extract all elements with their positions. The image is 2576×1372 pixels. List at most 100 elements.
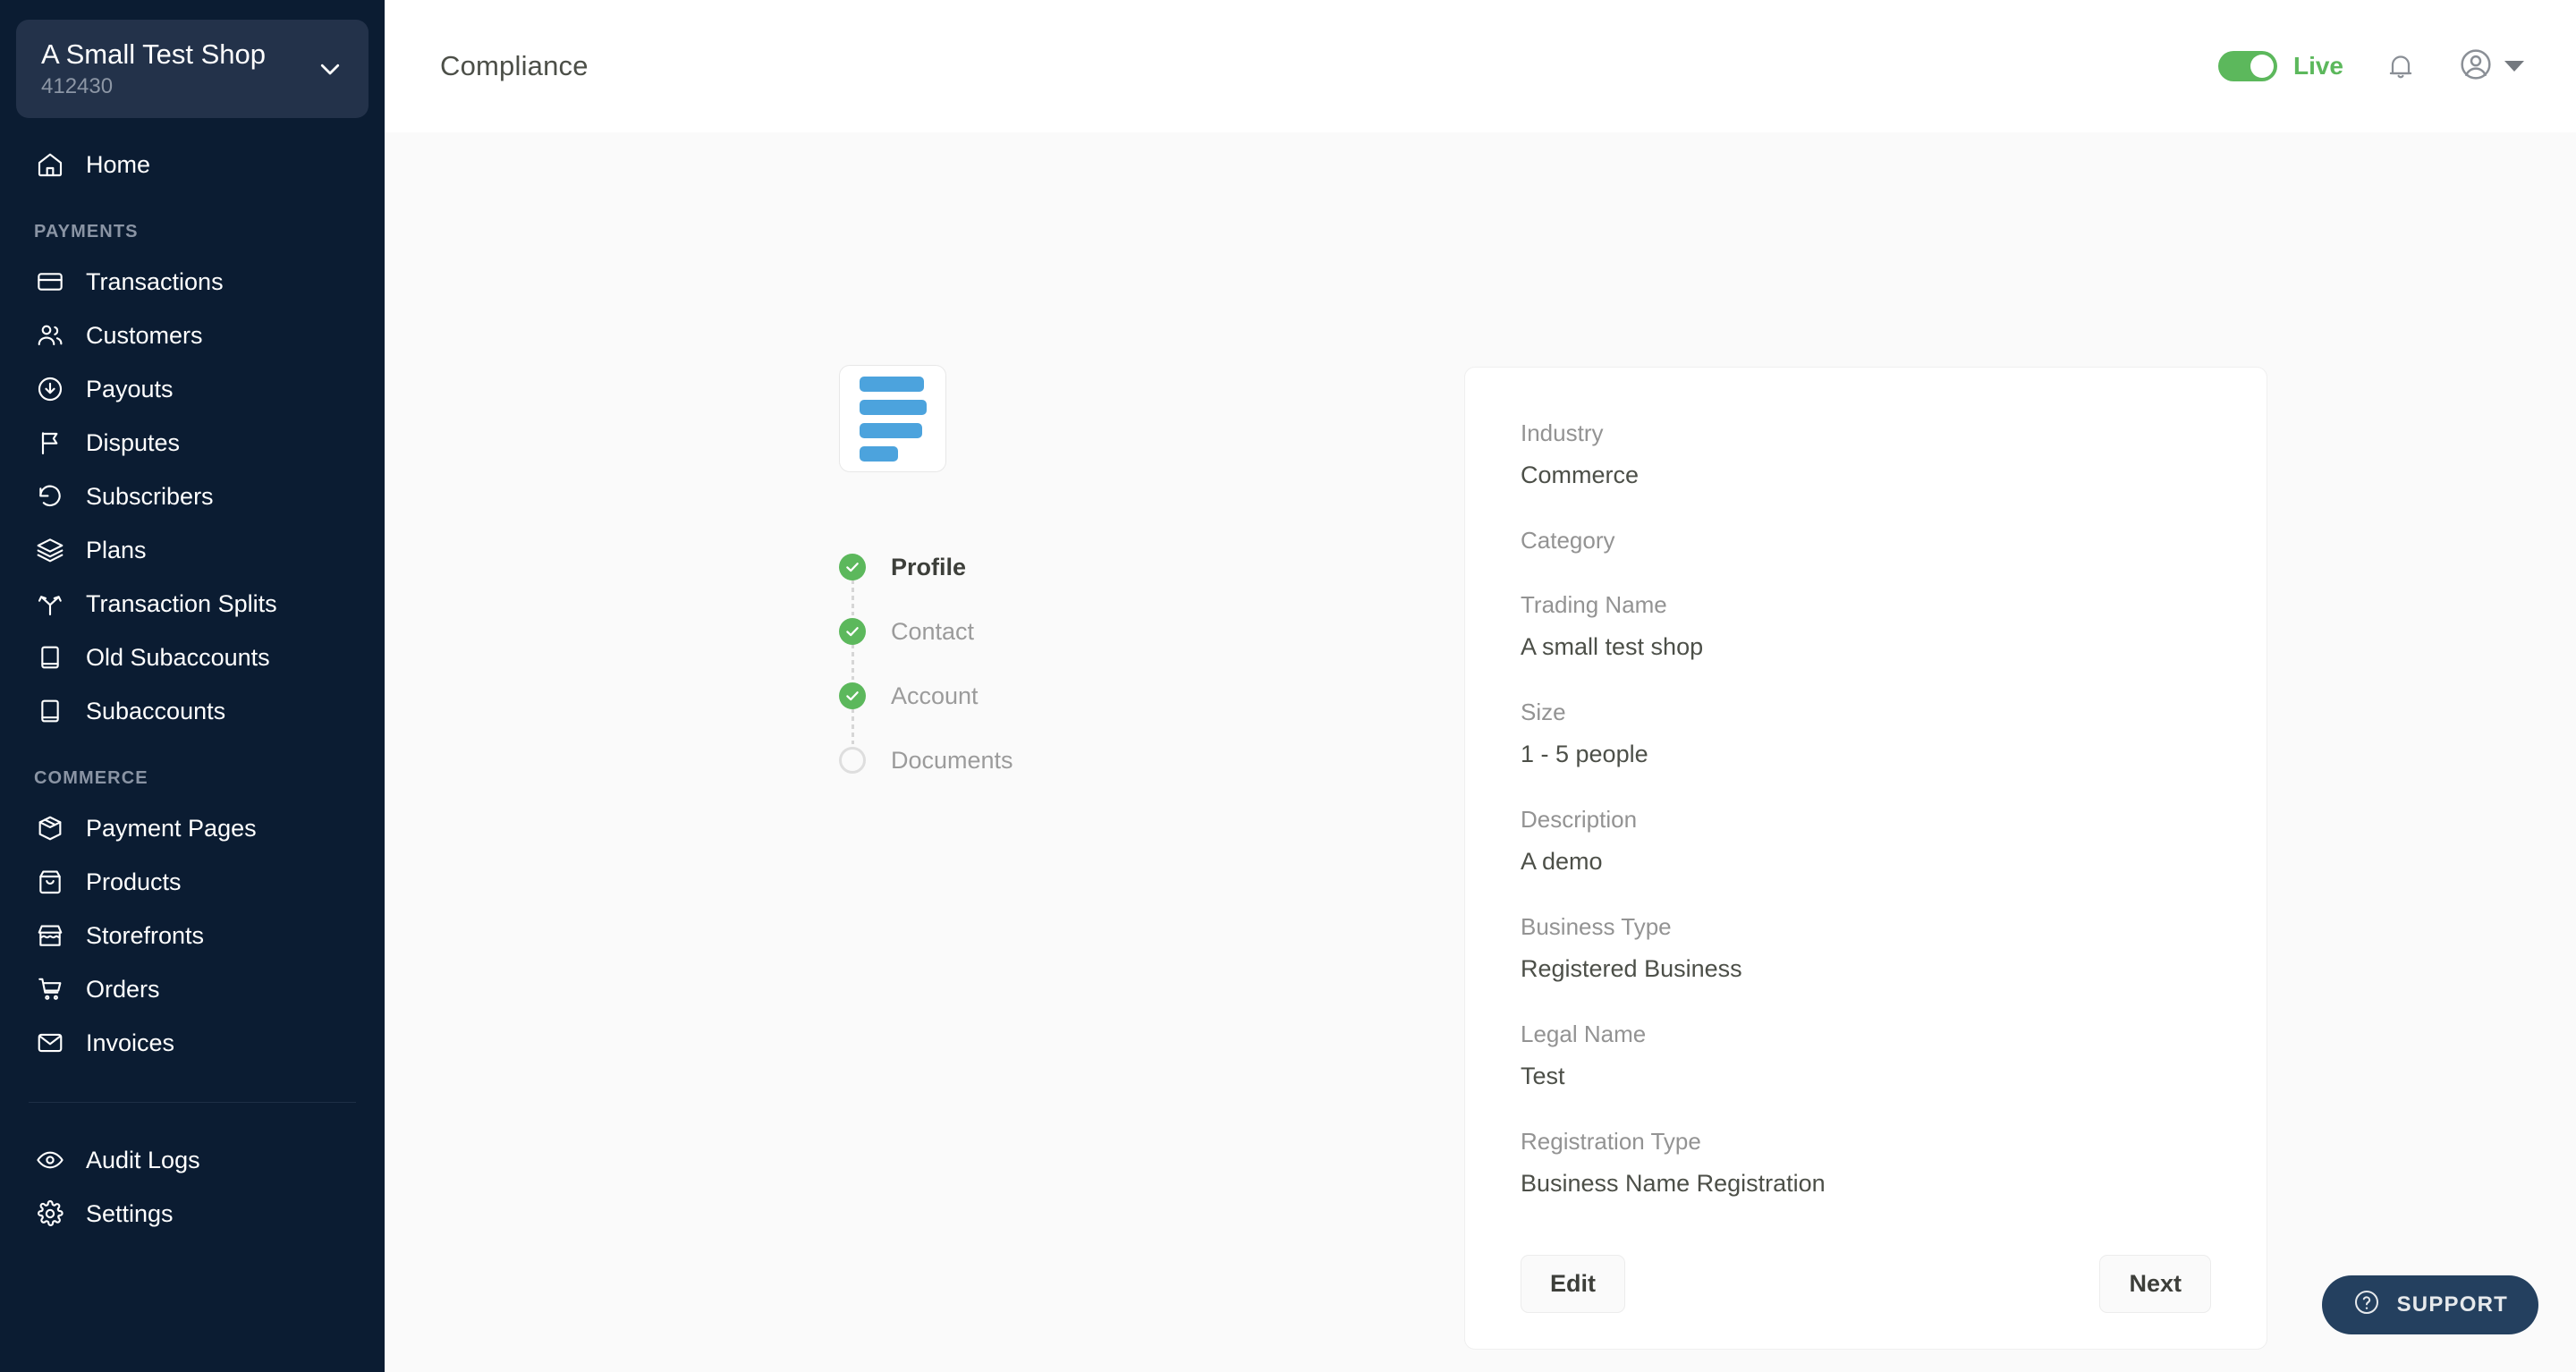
step-connector [852, 644, 854, 680]
edit-button[interactable]: Edit [1521, 1255, 1625, 1313]
field-label: Registration Type [1521, 1128, 1701, 1155]
next-button[interactable]: Next [2099, 1255, 2211, 1313]
field-value: Registered Business [1521, 955, 1742, 982]
sidebar-item-subaccounts[interactable]: Subaccounts [0, 684, 385, 738]
sidebar-item-label: Payment Pages [86, 814, 257, 842]
step-label: Contact [891, 617, 975, 645]
step-profile[interactable]: Profile [839, 535, 1340, 615]
sidebar-item-transactions[interactable]: Transactions [0, 255, 385, 309]
sidebar-item-label: Customers [86, 321, 203, 349]
flag-icon [34, 427, 66, 459]
field-industry: Industry Commerce [1521, 418, 2211, 491]
field-trading-name: Trading Name A small test shop [1521, 589, 2211, 663]
sidebar-item-subscribers[interactable]: Subscribers [0, 470, 385, 523]
sidebar-item-label: Old Subaccounts [86, 643, 270, 671]
sidebar: A Small Test Shop 412430 Home PAYMENTS T [0, 0, 385, 1372]
sidebar-item-payment-pages[interactable]: Payment Pages [0, 801, 385, 855]
book-icon [34, 641, 66, 673]
field-value: A small test shop [1521, 633, 1704, 660]
live-mode-toggle[interactable] [2217, 51, 2277, 81]
field-description: Description A demo [1521, 804, 2211, 877]
sidebar-item-label: Products [86, 868, 182, 895]
sidebar-item-label: Subscribers [86, 482, 214, 510]
sidebar-item-settings[interactable]: Settings [0, 1187, 385, 1241]
step-contact[interactable]: Contact [839, 599, 1340, 680]
sidebar-item-customers[interactable]: Customers [0, 309, 385, 362]
sidebar-item-orders[interactable]: Orders [0, 962, 385, 1016]
sidebar-item-home[interactable]: Home [0, 138, 385, 191]
field-registration-type: Registration Type Business Name Registra… [1521, 1126, 2211, 1199]
compliance-stepper: Profile Contact Account Documents [839, 365, 1340, 792]
user-circle-icon [2458, 47, 2494, 87]
doc-bar [860, 399, 927, 415]
envelope-icon [34, 1027, 66, 1059]
sidebar-item-label: Audit Logs [86, 1146, 200, 1173]
undo-arrow-icon [34, 480, 66, 512]
sidebar-item-label: Payouts [86, 375, 174, 402]
sidebar-item-label: Subaccounts [86, 697, 226, 724]
shop-selector[interactable]: A Small Test Shop 412430 [16, 20, 369, 118]
shop-id: 412430 [41, 74, 114, 98]
sidebar-item-disputes[interactable]: Disputes [0, 416, 385, 470]
doc-bar [860, 445, 898, 462]
main-region: Compliance Live Profile Contact Account … [385, 0, 2576, 1372]
card-actions: Edit Next [1521, 1255, 2211, 1313]
sidebar-bottom-group: Audit Logs Settings [0, 1133, 385, 1241]
profile-details-card: Industry Commerce Category Trading Name … [1464, 367, 2267, 1350]
check-circle-icon [839, 554, 866, 580]
field-label: Trading Name [1521, 591, 1667, 618]
field-value: A demo [1521, 848, 1603, 875]
sidebar-item-audit-logs[interactable]: Audit Logs [0, 1133, 385, 1187]
sidebar-item-products[interactable]: Products [0, 855, 385, 909]
users-icon [34, 319, 66, 351]
sidebar-item-label: Storefronts [86, 921, 205, 949]
field-label: Category [1521, 527, 1615, 554]
step-connector [852, 708, 854, 744]
box-icon [34, 812, 66, 844]
shopping-cart-icon [34, 973, 66, 1005]
sidebar-divider [29, 1102, 356, 1103]
sidebar-item-invoices[interactable]: Invoices [0, 1016, 385, 1070]
field-value: Test [1521, 1063, 1565, 1089]
field-label: Legal Name [1521, 1021, 1647, 1047]
eye-icon [34, 1144, 66, 1176]
toggle-knob [2250, 55, 2274, 78]
credit-card-icon [34, 266, 66, 298]
field-label: Description [1521, 806, 1638, 833]
step-account[interactable]: Account [839, 664, 1340, 744]
live-mode-label: Live [2292, 52, 2343, 80]
step-label: Profile [891, 553, 967, 580]
account-menu[interactable] [2458, 47, 2524, 87]
check-circle-icon [839, 682, 866, 709]
sidebar-item-label: Invoices [86, 1029, 175, 1056]
empty-circle-icon [839, 747, 866, 774]
live-mode-control[interactable]: Live [2217, 51, 2343, 81]
step-documents[interactable]: Documents [839, 728, 1340, 792]
field-label: Industry [1521, 419, 1604, 446]
gear-icon [34, 1198, 66, 1230]
field-category: Category [1521, 525, 2211, 555]
sidebar-section-payments-label: PAYMENTS [34, 222, 139, 241]
chevron-down-icon [317, 55, 343, 82]
stepper-steps: Profile Contact Account Documents [839, 535, 1340, 792]
sidebar-item-label: Home [86, 150, 151, 178]
home-icon [34, 148, 66, 181]
support-button-label: SUPPORT [2396, 1292, 2508, 1317]
doc-bar [860, 376, 924, 392]
field-business-type: Business Type Registered Business [1521, 911, 2211, 985]
sidebar-item-plans[interactable]: Plans [0, 523, 385, 577]
sidebar-item-payouts[interactable]: Payouts [0, 362, 385, 416]
sidebar-item-old-subaccounts[interactable]: Old Subaccounts [0, 631, 385, 684]
sidebar-item-label: Transactions [86, 267, 224, 295]
bell-icon[interactable] [2385, 50, 2417, 82]
sidebar-nav: Home PAYMENTS Transactions Customers Pay… [0, 138, 385, 1241]
sidebar-item-transaction-splits[interactable]: Transaction Splits [0, 577, 385, 631]
page-title: Compliance [440, 50, 589, 81]
layers-icon [34, 534, 66, 566]
step-label: Account [891, 682, 979, 709]
sidebar-section-commerce-label: COMMERCE [34, 768, 148, 788]
shop-selector-texts: A Small Test Shop 412430 [41, 38, 308, 100]
topbar-actions: Live [2217, 47, 2524, 87]
support-button[interactable]: SUPPORT [2321, 1275, 2538, 1334]
sidebar-item-storefronts[interactable]: Storefronts [0, 909, 385, 962]
